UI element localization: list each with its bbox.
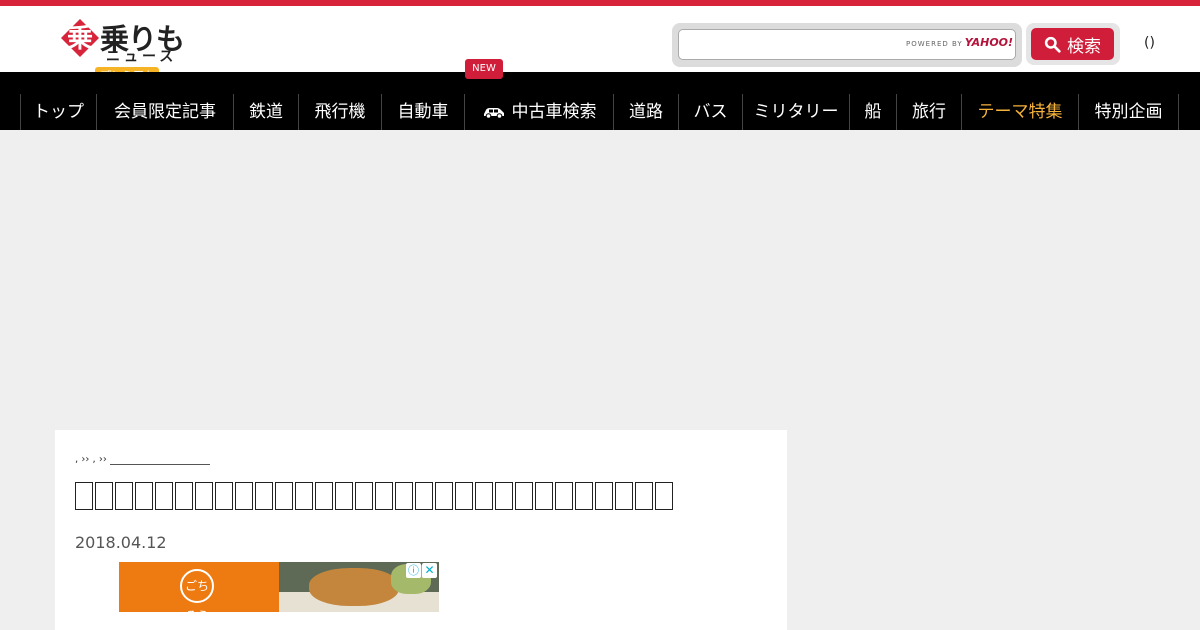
missing-glyph-box [535,482,553,510]
nav-label: 中古車検索 [511,102,597,122]
missing-glyph-box [75,482,93,510]
missing-glyph-box [295,482,313,510]
site-header: 乗 乗りもの ニュース プレミアム POWERED BYYAHOO! 検索 () [0,6,1200,98]
missing-glyph-box [635,482,653,510]
nav-item-road[interactable]: 道路 [613,94,678,130]
missing-glyph-box [155,482,173,510]
new-badge: NEW [465,59,503,79]
nav-label: 道路 [629,102,663,122]
user-link[interactable]: () [1144,35,1155,51]
article-title [75,482,695,518]
ad-banner[interactable]: ごちそう ⓘ ✕ [119,562,439,623]
search-icon [1044,36,1061,53]
missing-glyph-box [375,482,393,510]
nav-item-ship[interactable]: 船 [849,94,896,130]
missing-glyph-box [215,482,233,510]
powered-by-label: POWERED BY YAHOO! [906,36,1013,49]
nav-label: バス [693,102,728,122]
nav-item-railway[interactable]: 鉄道 [233,94,298,130]
nav-label: 特別企画 [1094,102,1163,122]
missing-glyph-box [495,482,513,510]
search-button-frame: 検索 [1026,23,1120,65]
nav-item-bus[interactable]: バス [678,94,742,130]
ad-placeholder [0,130,1200,430]
missing-glyph-box [655,482,673,510]
svg-text:乗: 乗 [67,24,93,54]
nav-item-theme-feature[interactable]: テーマ特集 [961,94,1078,130]
nav-label: 鉄道 [249,102,283,122]
article-date: 2018.04.12 [75,533,167,552]
nav-label: 飛行機 [314,102,366,122]
ad-photo-croquette [309,568,399,606]
nav-item-used-car-search[interactable]: 中古車検索 [464,94,613,130]
nav-item-members[interactable]: 会員限定記事 [96,94,233,130]
nav-label: 船 [864,102,882,122]
nav-label: 自動車 [397,102,449,122]
breadcrumb-text[interactable]: , ›› , ›› [75,454,107,465]
missing-glyph-box [595,482,613,510]
breadcrumb-current [109,457,210,465]
nav-item-special[interactable]: 特別企画 [1078,94,1179,130]
nav-item-top[interactable]: トップ [20,94,96,130]
yahoo-logo: YAHOO! [964,36,1014,49]
main-nav: トップ 会員限定記事 鉄道 飛行機 自動車 中古車検索 道路 バス ミリタリー … [0,72,1200,130]
missing-glyph-box [175,482,193,510]
missing-glyph-box [555,482,573,510]
nav-label: 会員限定記事 [114,102,216,122]
nav-item-travel[interactable]: 旅行 [896,94,961,130]
missing-glyph-box [135,482,153,510]
nav-item-airplane[interactable]: 飛行機 [298,94,381,130]
missing-glyph-box [435,482,453,510]
missing-glyph-box [315,482,333,510]
logo-mark-icon: 乗 [61,19,99,57]
missing-glyph-box [515,482,533,510]
missing-glyph-box [415,482,433,510]
missing-glyph-box [95,482,113,510]
nav-item-military[interactable]: ミリタリー [742,94,849,130]
breadcrumb: , ›› , ›› [75,454,210,465]
missing-glyph-box [115,482,133,510]
powered-by-text: POWERED BY [906,40,963,48]
nav-label: ミリタリー [753,102,839,122]
missing-glyph-box [335,482,353,510]
article-card: , ›› , ›› 2018.04.12 ごちそう ⓘ ✕ [55,430,787,630]
missing-glyph-box [255,482,273,510]
ad-close-icon[interactable]: ✕ [422,563,437,578]
missing-glyph-box [455,482,473,510]
nav-label: トップ [33,102,84,122]
nav-item-car[interactable]: 自動車 [381,94,464,130]
search-button-label: 検索 [1067,36,1101,57]
car-icon [483,108,504,119]
missing-glyph-box [575,482,593,510]
missing-glyph-box [275,482,293,510]
search-button[interactable]: 検索 [1031,28,1114,60]
nav-label: テーマ特集 [977,102,1063,122]
missing-glyph-box [475,482,493,510]
missing-glyph-box [395,482,413,510]
nav-label: 旅行 [912,102,946,122]
missing-glyph-box [615,482,633,510]
ad-brand-logo: ごちそう [180,569,214,623]
missing-glyph-box [195,482,213,510]
ad-brand-panel: ごちそう [119,562,279,623]
missing-glyph-box [235,482,253,510]
missing-glyph-box [355,482,373,510]
site-logo[interactable]: 乗 乗りもの ニュース プレミアム [60,16,200,98]
logo-subtitle: ニュース [106,49,178,65]
ad-info-icon[interactable]: ⓘ [406,563,421,578]
